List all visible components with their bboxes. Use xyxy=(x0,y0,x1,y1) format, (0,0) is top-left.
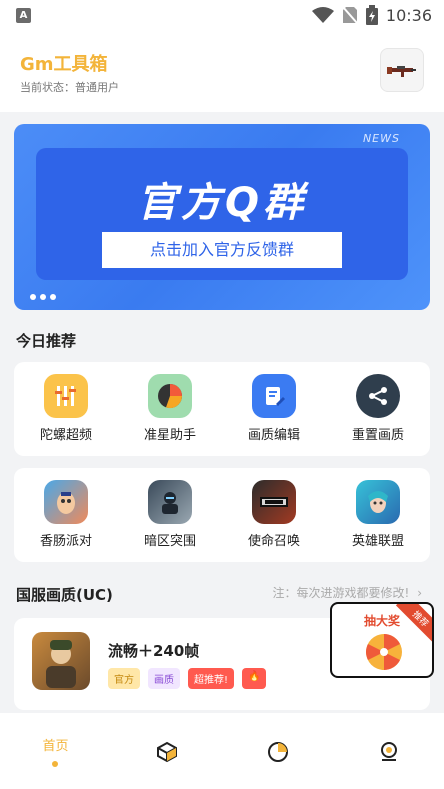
clock: 10:36 xyxy=(385,5,432,25)
modify-note[interactable]: 注：每次进游戏都要修改! › xyxy=(273,584,422,601)
game-call-of-duty[interactable]: 使命召唤 xyxy=(224,480,324,549)
note-text: 注：每次进游戏都要修改! xyxy=(272,586,410,600)
banner-headline: 官方Q群 xyxy=(136,180,307,226)
app-title: Gm工具箱 xyxy=(20,54,108,75)
tool-label: 重置画质 xyxy=(351,428,404,443)
tab-home-label: 首页 xyxy=(42,739,69,754)
user-status: 当前状态：普通用户 xyxy=(20,81,119,94)
qq-group-banner[interactable]: NEWS 官方Q群 点击加入官方反馈群 xyxy=(14,124,430,310)
banner-card: 官方Q群 点击加入官方反馈群 xyxy=(36,148,408,280)
game-sausage-party[interactable]: 香肠派对 xyxy=(16,480,116,549)
rifle-button[interactable] xyxy=(380,48,424,92)
carousel-indicator xyxy=(30,294,56,300)
game-label: 使命召唤 xyxy=(247,534,300,549)
pie-icon xyxy=(268,742,288,762)
wifi-icon xyxy=(311,7,334,23)
sausage-party-icon xyxy=(44,480,88,524)
tool-gyro[interactable]: 陀螺超频 xyxy=(16,374,116,443)
tag-official: 官方 xyxy=(108,668,140,689)
cn-quality-title: 国服画质(UC) xyxy=(16,586,113,604)
news-badge: NEWS xyxy=(362,132,400,145)
profile-icon xyxy=(381,742,397,761)
games-card: 香肠派对 暗区突围 使命召唤 英雄联盟 xyxy=(14,468,430,562)
tool-label: 画质编辑 xyxy=(247,428,300,443)
tools-card: 陀螺超频 准星助手 画质编辑 重置画质 xyxy=(14,362,430,456)
share-icon xyxy=(356,374,400,418)
tool-quality-edit[interactable]: 画质编辑 xyxy=(224,374,324,443)
rifle-icon xyxy=(387,66,416,77)
active-dot xyxy=(52,761,58,767)
tool-reset-quality[interactable]: 重置画质 xyxy=(328,374,428,443)
fire-icon: 🔥 xyxy=(242,668,267,689)
notification-icon: A xyxy=(16,8,31,23)
lottery-title: 抽大奖 xyxy=(364,614,401,628)
preset-name: 流畅＋240帧 xyxy=(108,642,200,660)
tab-profile[interactable] xyxy=(333,713,444,789)
no-sim-icon xyxy=(342,6,358,24)
lottery-float[interactable]: 抽大奖 推荐 xyxy=(330,602,434,678)
tab-cube[interactable] xyxy=(111,713,222,789)
today-title: 今日推荐 xyxy=(16,332,77,350)
join-group-button[interactable]: 点击加入官方反馈群 xyxy=(102,232,342,268)
prize-wheel-icon xyxy=(366,634,402,670)
game-label: 香肠派对 xyxy=(39,534,92,549)
edit-icon xyxy=(252,374,296,418)
league-icon xyxy=(356,480,400,524)
chevron-right-icon: › xyxy=(417,586,422,600)
pubg-thumbnail xyxy=(32,632,90,690)
tag-quality: 画质 xyxy=(148,668,180,689)
battery-icon xyxy=(365,5,378,25)
call-of-duty-icon xyxy=(252,480,296,524)
tool-label: 陀螺超频 xyxy=(39,428,92,443)
crosshair-pie-icon xyxy=(148,374,192,418)
gyro-icon xyxy=(44,374,88,418)
tool-crosshair[interactable]: 准星助手 xyxy=(120,374,220,443)
game-label: 英雄联盟 xyxy=(351,534,404,549)
status-bar: A 10:36 xyxy=(0,0,444,32)
game-arena-breakout[interactable]: 暗区突围 xyxy=(120,480,220,549)
game-league[interactable]: 英雄联盟 xyxy=(328,480,428,549)
tag-recommend: 超推荐! xyxy=(188,668,235,689)
tab-discover[interactable] xyxy=(222,713,333,789)
tool-label: 准星助手 xyxy=(143,428,196,443)
arena-breakout-icon xyxy=(148,480,192,524)
tab-home[interactable]: 首页 xyxy=(0,713,111,789)
app-header: Gm工具箱 当前状态：普通用户 xyxy=(0,32,444,112)
cube-icon xyxy=(157,741,177,763)
preset-tags: 官方 画质 超推荐! 🔥 xyxy=(108,668,267,689)
bottom-tab-bar: 首页 xyxy=(0,713,444,789)
game-label: 暗区突围 xyxy=(143,534,196,549)
